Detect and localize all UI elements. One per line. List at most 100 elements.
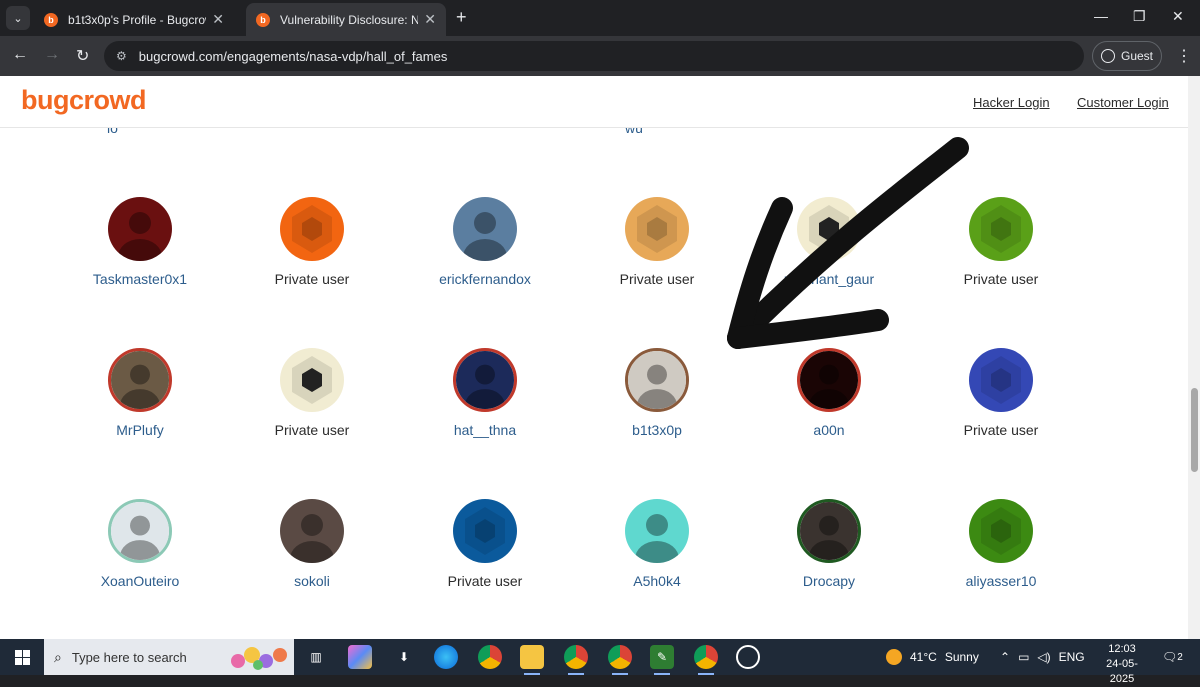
- site-settings-icon[interactable]: ⚙: [116, 49, 127, 63]
- network-icon[interactable]: ▭: [1018, 650, 1029, 664]
- weather-temp: 41°C: [910, 650, 937, 664]
- customer-login-link[interactable]: Customer Login: [1077, 95, 1169, 110]
- username-label[interactable]: b1t3x0p: [592, 422, 722, 438]
- bugcrowd-logo[interactable]: bugcrowd: [21, 85, 147, 116]
- navy-cube-identicon-avatar: [453, 499, 517, 563]
- chrome-profile-icon[interactable]: [608, 645, 632, 675]
- username-label[interactable]: MrPlufy: [75, 422, 205, 438]
- username-label[interactable]: erickfernandox: [420, 271, 550, 287]
- user-entry[interactable]: prashant_gaur: [764, 197, 894, 287]
- user-entry[interactable]: XoanOuteiro: [75, 499, 205, 589]
- window-close-icon[interactable]: ✕: [1172, 8, 1184, 25]
- colorful-mask-photo-avatar[interactable]: [453, 348, 517, 412]
- downloads-icon[interactable]: ⬇: [392, 645, 416, 669]
- scrollbar-thumb[interactable]: [1191, 388, 1198, 472]
- man-mountains-photo-avatar[interactable]: [453, 197, 517, 261]
- private-user-entry: Private user: [247, 197, 377, 287]
- restore-icon[interactable]: ❐: [1133, 8, 1146, 25]
- tab-search-chevron-icon[interactable]: ⌄: [6, 6, 30, 30]
- username-label: Private user: [274, 422, 350, 438]
- user-entry[interactable]: Taskmaster0x1: [75, 197, 205, 287]
- private-user-entry: Private user: [247, 348, 377, 438]
- flowers-decoration-icon: [231, 647, 287, 670]
- username-label[interactable]: a00n: [764, 422, 894, 438]
- username-label[interactable]: aliyasser10: [936, 573, 1066, 589]
- weather-widget[interactable]: 41°C Sunny: [886, 639, 979, 675]
- user-entry[interactable]: a00n: [764, 348, 894, 438]
- task-view-icon[interactable]: ▥: [304, 645, 328, 669]
- user-entry[interactable]: hat__thna: [420, 348, 550, 438]
- red-hooded-figure-photo-avatar[interactable]: [797, 348, 861, 412]
- obs-icon[interactable]: [736, 645, 760, 669]
- minimize-icon[interactable]: —: [1094, 8, 1108, 24]
- chrome-icon[interactable]: [478, 645, 502, 669]
- cream-cube-identicon-avatar[interactable]: [797, 197, 861, 261]
- username-label[interactable]: XoanOuteiro: [75, 573, 205, 589]
- bugcrowd-favicon-icon: b: [256, 12, 270, 27]
- edge-icon[interactable]: [434, 645, 458, 669]
- speaker-icon[interactable]: ◁): [1037, 650, 1050, 664]
- user-entry[interactable]: A5h0k4: [592, 499, 722, 589]
- person-icon: [1100, 49, 1115, 63]
- clock-date: 24-05-2025: [1106, 658, 1138, 685]
- username-label: Private user: [447, 573, 523, 589]
- tab-close-icon[interactable]: ✕: [212, 11, 224, 28]
- notes-app-icon[interactable]: ✎: [650, 645, 674, 675]
- chrome-icon[interactable]: [694, 645, 718, 675]
- browser-toolbar: ← → ↻ ⚙ bugcrowd.com/engagements/nasa-vd…: [0, 36, 1200, 76]
- tab-profile[interactable]: b b1t3x0p's Profile - Bugcrowd ✕: [34, 3, 234, 36]
- address-bar[interactable]: ⚙ bugcrowd.com/engagements/nasa-vdp/hall…: [104, 41, 1084, 71]
- clock[interactable]: 12:03 24-05-2025: [1094, 642, 1150, 687]
- back-arrow-icon[interactable]: ←: [12, 46, 28, 64]
- system-tray: ⌃ ▭ ◁) ENG: [1000, 639, 1085, 675]
- taskbar-search[interactable]: ⌕ Type here to search: [44, 639, 294, 675]
- guest-profile-button[interactable]: Guest: [1092, 41, 1162, 71]
- forward-arrow-icon[interactable]: →: [44, 46, 60, 64]
- tan-hexagon-identicon-avatar: [625, 197, 689, 261]
- user-entry[interactable]: MrPlufy: [75, 348, 205, 438]
- clock-time: 12:03: [1108, 643, 1136, 655]
- user-entry[interactable]: aliyasser10: [936, 499, 1066, 589]
- hacker-login-link[interactable]: Hacker Login: [973, 95, 1050, 110]
- hooded-figure-photo-avatar[interactable]: [797, 499, 861, 563]
- notification-center[interactable]: 🗨 2: [1162, 639, 1183, 675]
- username-label[interactable]: prashant_gaur: [764, 271, 894, 287]
- file-explorer-icon[interactable]: [520, 645, 544, 675]
- new-tab-plus-icon[interactable]: +: [456, 7, 467, 28]
- man-teal-background-photo-avatar[interactable]: [625, 499, 689, 563]
- user-entry[interactable]: Drocapy: [764, 499, 894, 589]
- tab-close-icon[interactable]: ✕: [424, 11, 436, 28]
- tab-title: Vulnerability Disclosure: Nation: [280, 12, 419, 27]
- sun-icon: [886, 649, 902, 665]
- private-user-entry: Private user: [420, 499, 550, 589]
- page-scrollbar[interactable]: [1188, 76, 1200, 639]
- username-label[interactable]: Taskmaster0x1: [75, 271, 205, 287]
- search-icon: ⌕: [54, 648, 62, 665]
- green-cube-identicon-avatar: [969, 197, 1033, 261]
- user-entry[interactable]: b1t3x0p: [592, 348, 722, 438]
- soldier-photo-avatar[interactable]: [108, 348, 172, 412]
- bugcrowd-favicon-icon: b: [44, 12, 58, 27]
- username-label[interactable]: A5h0k4: [592, 573, 722, 589]
- more-menu-icon[interactable]: ⋮: [1176, 46, 1192, 66]
- hooded-red-eyes-photo-avatar[interactable]: [108, 197, 172, 261]
- user-entry[interactable]: erickfernandox: [420, 197, 550, 287]
- reload-icon[interactable]: ↻: [76, 46, 89, 66]
- chevron-up-icon[interactable]: ⌃: [1000, 650, 1010, 664]
- username-label[interactable]: Drocapy: [764, 573, 894, 589]
- username-label[interactable]: hat__thna: [420, 422, 550, 438]
- weather-desc: Sunny: [944, 650, 979, 664]
- language-indicator[interactable]: ENG: [1059, 650, 1085, 664]
- copilot-icon[interactable]: [348, 645, 372, 669]
- chrome-profile-icon[interactable]: [564, 645, 588, 675]
- meditating-person-photo-avatar[interactable]: [108, 499, 172, 563]
- notification-count: 2: [1177, 651, 1183, 663]
- cat-sunglasses-photo-avatar[interactable]: [625, 348, 689, 412]
- tab-vulnerability-disclosure[interactable]: b Vulnerability Disclosure: Nation ✕: [246, 3, 446, 36]
- user-entry[interactable]: sokoli: [247, 499, 377, 589]
- windows-start-icon[interactable]: [0, 639, 44, 675]
- url-text: bugcrowd.com/engagements/nasa-vdp/hall_o…: [138, 48, 448, 64]
- green-hexagon-identicon-avatar[interactable]: [969, 499, 1033, 563]
- username-label[interactable]: sokoli: [247, 573, 377, 589]
- bearded-man-photo-avatar[interactable]: [280, 499, 344, 563]
